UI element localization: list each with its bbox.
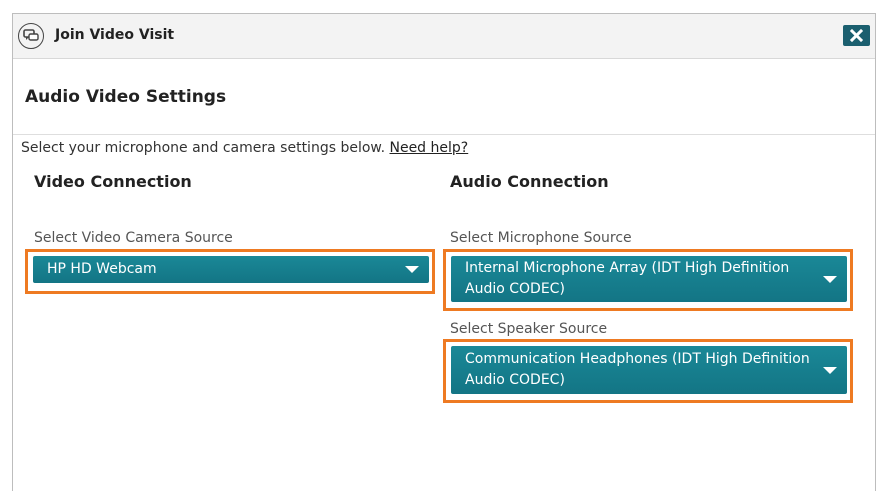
need-help-link[interactable]: Need help?: [389, 140, 468, 156]
microphone-source-label: Select Microphone Source: [450, 230, 632, 246]
microphone-source-select[interactable]: Internal Microphone Array (IDT High Defi…: [451, 256, 847, 302]
camera-source-value: HP HD Webcam: [47, 261, 157, 277]
chevron-down-icon: [823, 367, 837, 374]
speaker-source-label: Select Speaker Source: [450, 321, 608, 337]
section-title: Audio Video Settings: [25, 87, 227, 107]
close-icon[interactable]: [850, 29, 863, 42]
speaker-value-line1: Communication Headphones (IDT High Defin…: [465, 351, 810, 367]
title-bar: Join Video Visit: [13, 14, 875, 59]
camera-source-label: Select Video Camera Source: [34, 230, 233, 246]
microphone-value-line1: Internal Microphone Array (IDT High Defi…: [465, 260, 790, 276]
section-header: Audio Video Settings: [13, 59, 875, 135]
speaker-source-select[interactable]: Communication Headphones (IDT High Defin…: [451, 346, 847, 394]
camera-source-select[interactable]: HP HD Webcam: [33, 256, 429, 283]
audio-connection-heading: Audio Connection: [450, 172, 609, 191]
chevron-down-icon: [823, 276, 837, 283]
speaker-value-line2: Audio CODEC): [465, 372, 565, 388]
intro-sentence: Select your microphone and camera settin…: [21, 140, 386, 156]
chevron-down-icon: [405, 266, 419, 273]
dialog-title: Join Video Visit: [55, 27, 175, 43]
video-connection-heading: Video Connection: [34, 172, 192, 191]
chat-bubbles-icon: [18, 23, 44, 49]
microphone-value-line2: Audio CODEC): [465, 281, 565, 297]
close-button[interactable]: [843, 25, 870, 46]
intro-text: Select your microphone and camera settin…: [21, 140, 468, 156]
